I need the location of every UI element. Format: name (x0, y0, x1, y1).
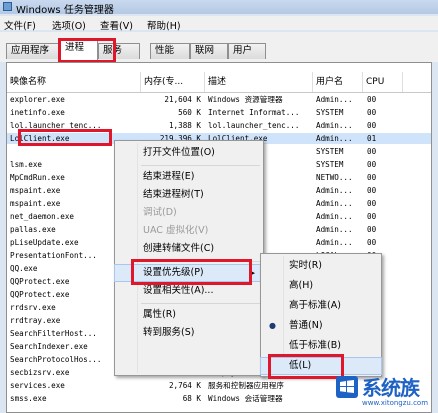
column-memory[interactable]: 内存(专... (141, 72, 205, 92)
cell-desc: Windows 会话管理器 (208, 394, 283, 403)
menu-create-dump-file[interactable]: 创建转储文件(C) (115, 241, 263, 257)
cell-mem: 2,764 K (168, 381, 201, 390)
cell-cpu: 00 (367, 173, 377, 182)
cell-cpu: 00 (367, 121, 377, 130)
cell-mem: 560 K (178, 108, 201, 117)
cell-user: Admin... (316, 212, 353, 221)
priority-below-normal[interactable]: 低于标准(B) (261, 338, 381, 354)
cell-mem: 21,604 K (164, 95, 201, 104)
column-cpu[interactable]: CPU (363, 72, 403, 92)
menu-separator (141, 303, 260, 304)
menu-uac-virtualization: UAC 虚拟化(V) (143, 225, 209, 236)
cell-name: inetinfo.exe (10, 108, 65, 117)
table-row[interactable]: explorer.exe 21,604 K Windows 资源管理器 Admin..… (7, 94, 431, 105)
menu-bar: 文件(F) 选项(O) 查看(V) 帮助(H) (0, 16, 438, 32)
priority-above-normal[interactable]: 高于标准(A) (261, 298, 381, 314)
column-image-name[interactable]: 映像名称 (7, 72, 141, 92)
cell-user: SYSTEM (316, 108, 344, 117)
cell-name: smss.exe (10, 394, 47, 403)
cell-user: NETWO... (316, 173, 353, 182)
cell-desc: lol.launcher_tenc... (208, 121, 300, 130)
tab-users[interactable]: 用户 (228, 43, 266, 59)
cell-mem: 68 K (182, 394, 201, 403)
menu-set-affinity[interactable]: 设置相关性(A)... (115, 283, 263, 299)
priority-normal-label: 普通(N) (289, 320, 323, 331)
cell-user: Admin... (316, 134, 353, 143)
cell-user: Admin... (316, 199, 353, 208)
highlight-box-set-priority (131, 259, 252, 285)
tab-performance[interactable]: 性能 (150, 43, 190, 59)
menu-options[interactable]: 选项(O) (52, 18, 86, 32)
task-manager-icon (3, 2, 12, 11)
watermark-logo-icon (336, 376, 358, 398)
cell-cpu: 00 (367, 160, 377, 169)
cell-user: SYSTEM (316, 160, 344, 169)
cell-cpu: 00 (367, 147, 377, 156)
watermark-url: www.xitongzu.com (362, 399, 429, 407)
process-context-menu: 打开文件位置(O) 结束进程(E) 结束进程树(T) 调试(D) UAC 虚拟化… (114, 140, 264, 376)
cell-name: explorer.exe (10, 95, 65, 104)
menu-debug: 调试(D) (143, 207, 177, 218)
cell-cpu: 00 (367, 199, 377, 208)
table-row[interactable]: inetinfo.exe 560 K Internet Informat... SYS… (7, 107, 431, 118)
table-header: 映像名称 内存(专... 描述 用户名 CPU (7, 72, 431, 93)
highlight-box-processes-tab (58, 38, 116, 63)
menu-open-file-location[interactable]: 打开文件位置(O) (115, 145, 263, 161)
selected-bullet-icon: ● (269, 321, 276, 330)
cell-user: Admin... (316, 95, 353, 104)
cell-mem: 1,388 K (168, 121, 201, 130)
column-username[interactable]: 用户名 (313, 72, 363, 92)
menu-go-to-service[interactable]: 转到服务(S) (115, 325, 263, 341)
cell-desc: 服务和控制器应用程序 (208, 381, 284, 390)
priority-realtime[interactable]: 实时(R) (261, 258, 381, 274)
cell-cpu: 01 (367, 134, 377, 143)
menu-view[interactable]: 查看(V) (100, 18, 133, 32)
priority-high[interactable]: 高(H) (261, 278, 381, 294)
cell-cpu: 00 (367, 238, 377, 247)
cell-cpu: 00 (367, 225, 377, 234)
cell-user: SYSTEM (316, 147, 344, 156)
column-description[interactable]: 描述 (205, 72, 313, 92)
cell-user: Admin... (316, 121, 353, 130)
priority-normal[interactable]: ● 普通(N) (261, 318, 381, 334)
cell-desc: Windows 资源管理器 (208, 95, 283, 104)
cell-user: Admin... (316, 238, 353, 247)
cell-name: services.exe (10, 381, 65, 390)
cell-desc: Internet Informat... (208, 108, 300, 117)
cell-cpu: 00 (367, 212, 377, 221)
menu-separator (141, 165, 260, 166)
menu-end-process-tree[interactable]: 结束进程树(T) (115, 187, 263, 203)
highlight-box-low-priority (268, 354, 344, 379)
menu-end-process[interactable]: 结束进程(E) (115, 169, 263, 185)
window-title: Windows 任务管理器 (16, 5, 114, 16)
cell-cpu: 00 (367, 108, 377, 117)
cell-user: Admin... (316, 225, 353, 234)
tab-networking[interactable]: 联网 (190, 43, 228, 59)
cell-cpu: 00 (367, 186, 377, 195)
menu-help[interactable]: 帮助(H) (147, 18, 181, 32)
watermark-text: 系统族 (362, 376, 420, 400)
menu-file[interactable]: 文件(F) (4, 18, 36, 32)
menu-properties[interactable]: 属性(R) (115, 307, 263, 323)
cell-user: Admin... (316, 186, 353, 195)
highlight-box-lolclient (18, 129, 112, 146)
tab-applications[interactable]: 应用程序 (6, 43, 60, 59)
cell-cpu: 00 (367, 95, 377, 104)
